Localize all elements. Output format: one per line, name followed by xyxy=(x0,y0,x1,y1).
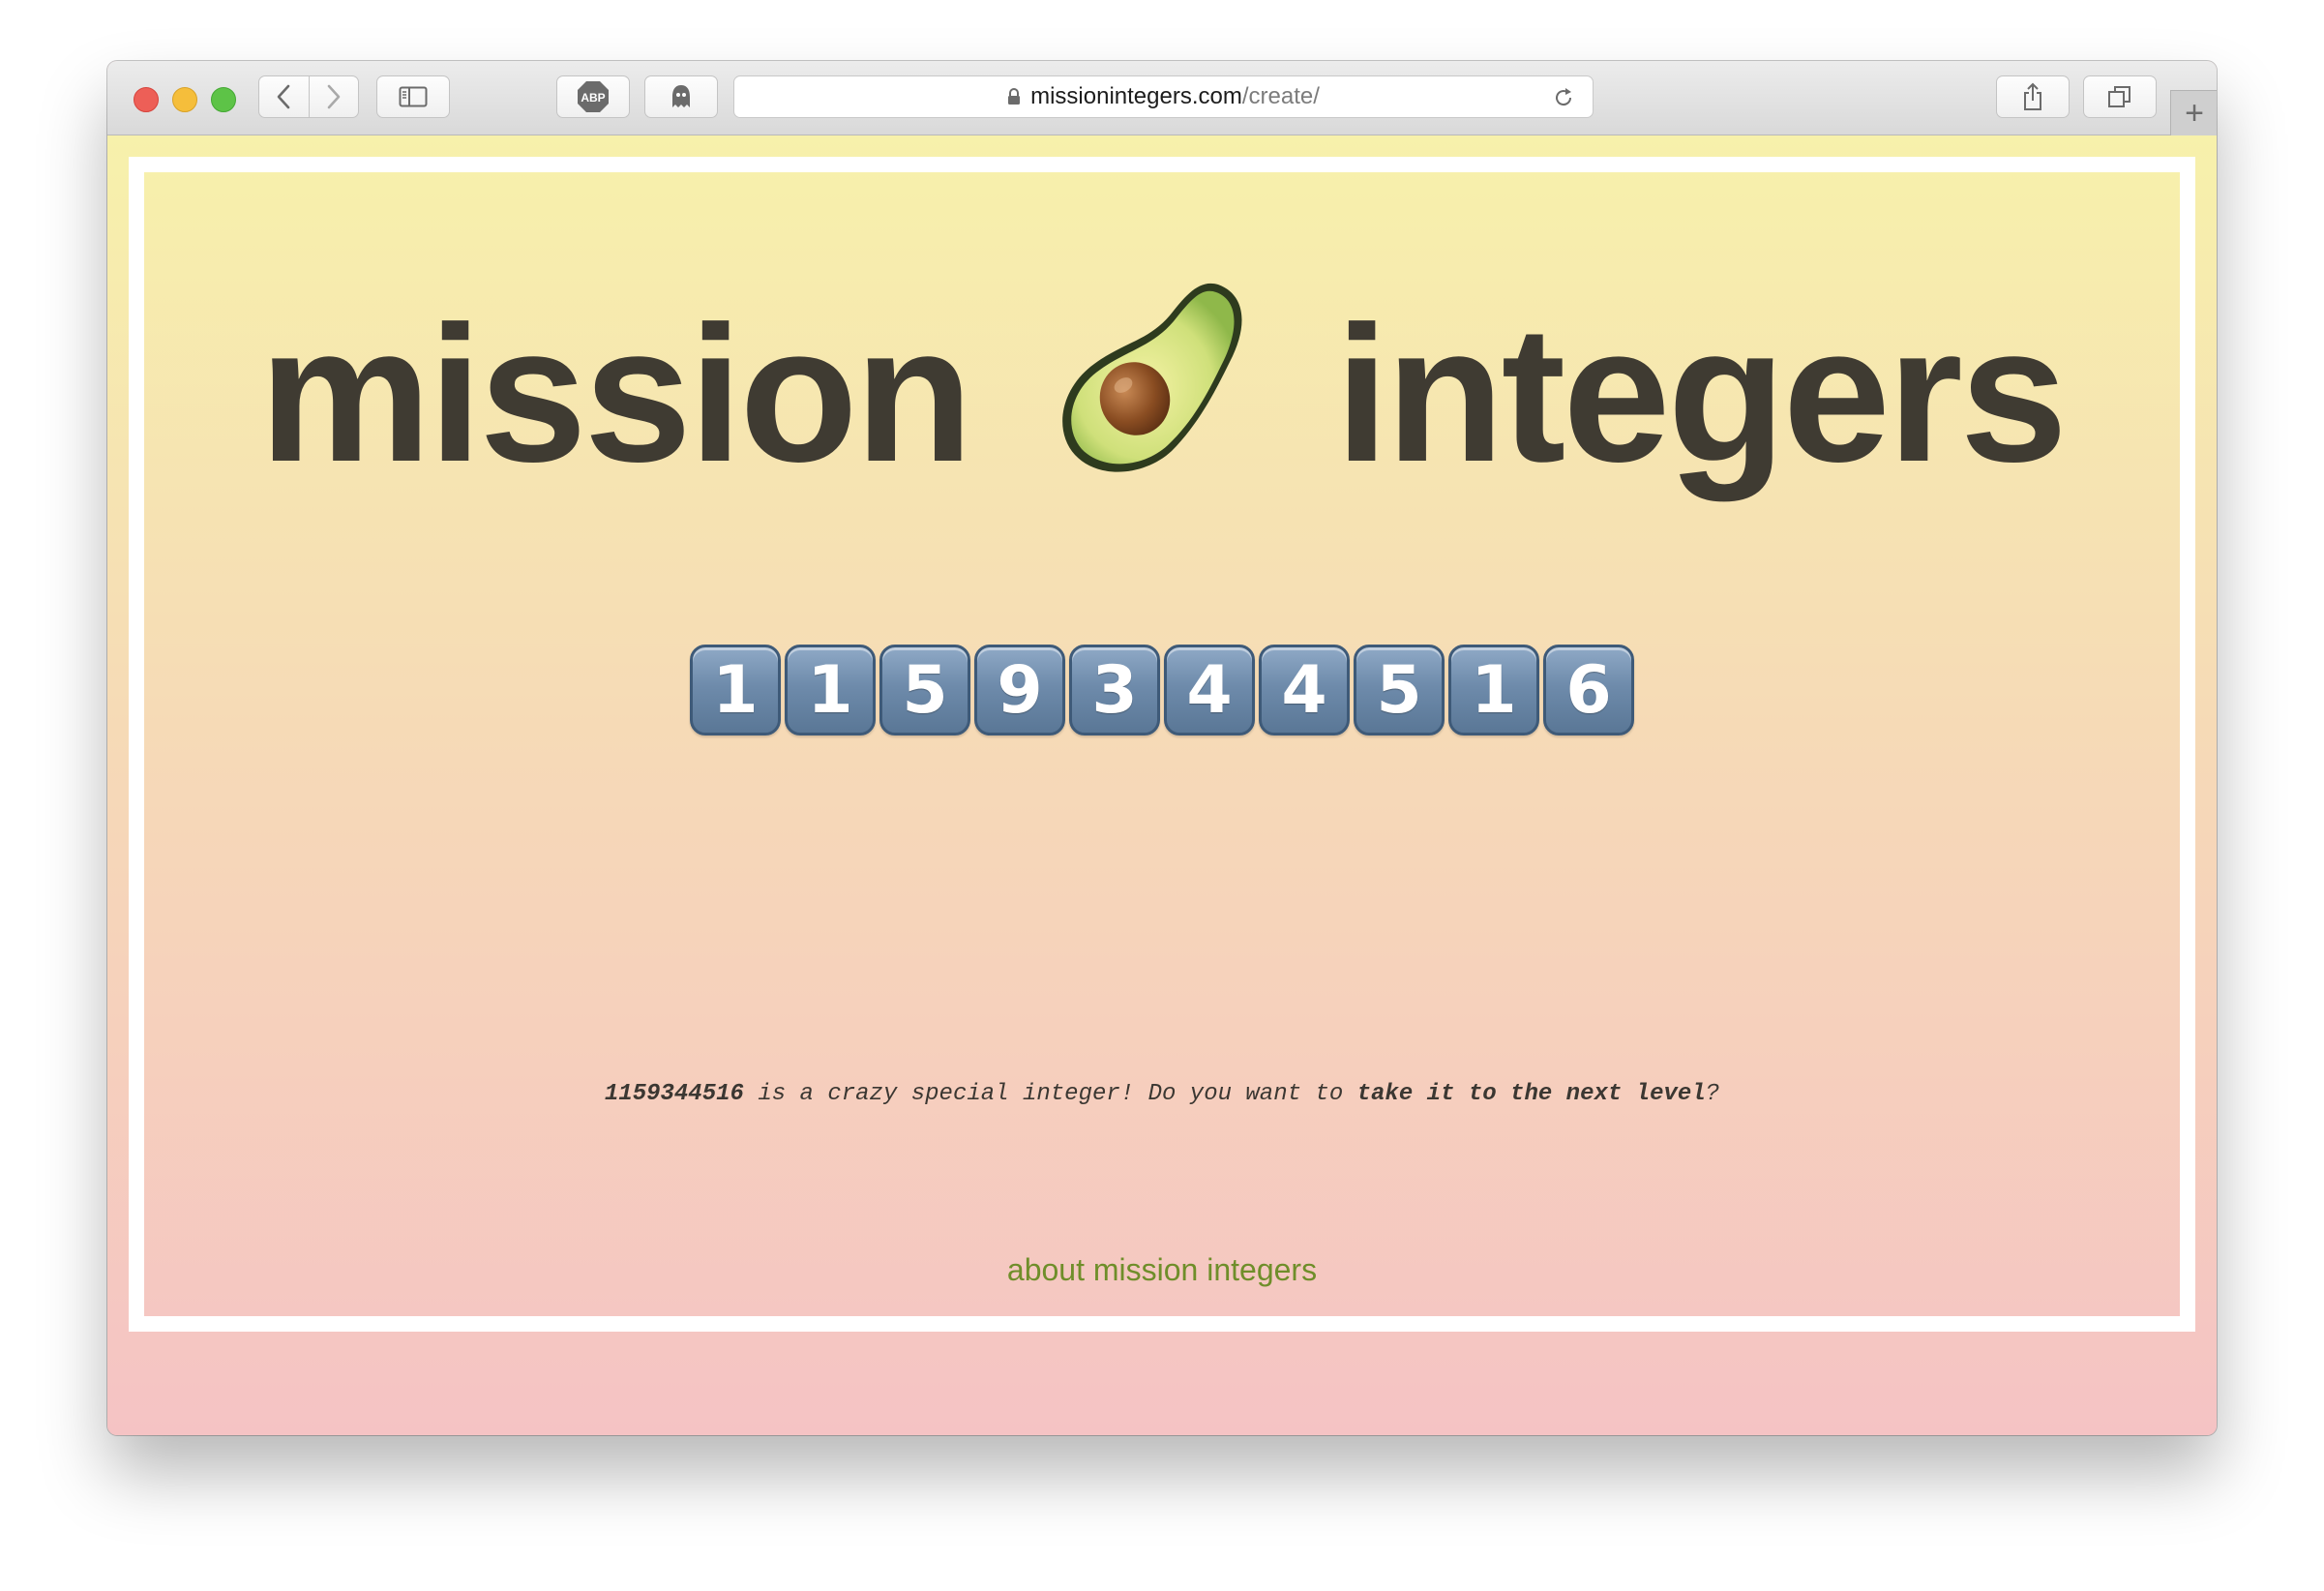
ghost-icon xyxy=(672,85,690,107)
digit-keycap: 1 xyxy=(1448,645,1539,735)
address-bar[interactable]: missionintegers.com/create/ xyxy=(733,75,1594,118)
digit-keycap: 9 xyxy=(974,645,1065,735)
share-button[interactable] xyxy=(1996,75,2070,118)
integer-digits: 1159344516 xyxy=(144,645,2180,735)
content-frame: mission integers 1 1 5 9 3 4 4 5 1 6 115… xyxy=(129,157,2195,1332)
lock-icon xyxy=(1007,88,1021,105)
chevron-right-icon xyxy=(327,84,341,109)
adblock-button[interactable]: ABP xyxy=(556,75,630,118)
about-link[interactable]: about mission integers xyxy=(144,1252,2180,1288)
message-end: ? xyxy=(1705,1081,1720,1107)
back-button[interactable] xyxy=(259,76,309,117)
chevron-left-icon xyxy=(277,84,290,109)
share-icon xyxy=(2024,82,2041,110)
browser-window: ABP missionintegers.com/create/ + missio… xyxy=(107,61,2217,1435)
show-tabs-button[interactable] xyxy=(2083,75,2157,118)
next-level-link[interactable]: take it to the next level xyxy=(1357,1081,1706,1107)
zoom-window-button[interactable] xyxy=(211,87,236,112)
message-text: is a crazy special integer! Do you want … xyxy=(743,1081,1357,1107)
integer-message: 1159344516 is a crazy special integer! D… xyxy=(144,1081,2180,1107)
digit-keycap: 5 xyxy=(1354,645,1445,735)
browser-toolbar: ABP missionintegers.com/create/ + xyxy=(107,61,2217,135)
url-path: /create/ xyxy=(1241,83,1320,109)
title-mission: mission xyxy=(259,286,973,502)
page-content: mission integers 1 1 5 9 3 4 4 5 1 6 115… xyxy=(107,135,2217,1435)
minimize-window-button[interactable] xyxy=(172,87,197,112)
digit-keycap: 4 xyxy=(1259,645,1350,735)
reload-icon[interactable] xyxy=(1552,86,1575,109)
digit-keycap: 1 xyxy=(690,645,781,735)
digit-keycap: 3 xyxy=(1069,645,1160,735)
page-title: mission integers xyxy=(144,277,2180,492)
sidebar-button[interactable] xyxy=(376,75,450,118)
ghostery-button[interactable] xyxy=(644,75,718,118)
navigation-buttons xyxy=(258,75,359,118)
new-tab-button[interactable]: + xyxy=(2170,90,2217,135)
message-number: 1159344516 xyxy=(604,1081,744,1107)
digit-keycap: 1 xyxy=(785,645,876,735)
sidebar-icon xyxy=(399,86,428,107)
tabs-icon xyxy=(2108,86,2130,107)
url-domain: missionintegers.com xyxy=(1030,83,1242,109)
title-integers: integers xyxy=(1334,286,2068,502)
adblock-label: ABP xyxy=(581,91,605,105)
digit-keycap: 6 xyxy=(1543,645,1634,735)
digit-keycap: 4 xyxy=(1164,645,1255,735)
avocado-icon xyxy=(1062,283,1242,472)
digit-keycap: 5 xyxy=(879,645,970,735)
close-window-button[interactable] xyxy=(134,87,159,112)
forward-button[interactable] xyxy=(308,76,359,117)
adblock-icon: ABP xyxy=(578,81,609,112)
